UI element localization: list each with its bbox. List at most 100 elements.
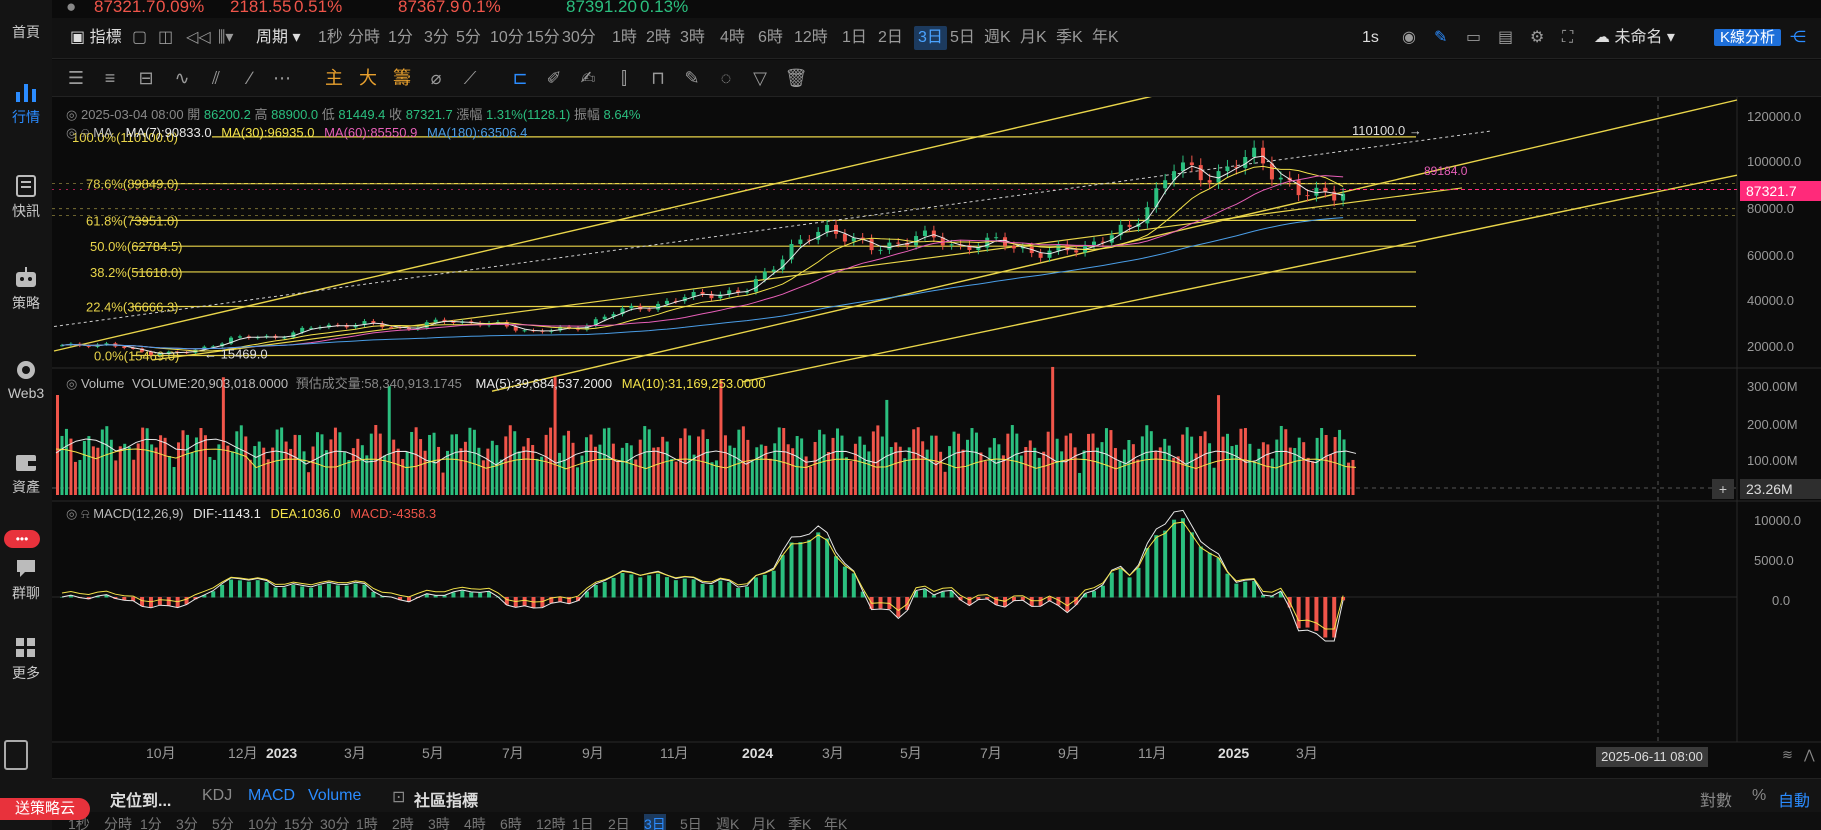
bell-icon[interactable]: ⍾ bbox=[81, 125, 93, 140]
interval-button[interactable]: 1s bbox=[1362, 26, 1379, 50]
main-indicator-button[interactable]: 主 bbox=[322, 66, 346, 90]
period-strip-option-20[interactable]: 季K bbox=[788, 814, 811, 830]
sidebar-item-market[interactable]: 行情 bbox=[0, 80, 52, 127]
auto-scale-button[interactable]: 自動 bbox=[1778, 787, 1810, 811]
eye-icon[interactable]: ◎ bbox=[66, 376, 81, 391]
add-crosshair-button[interactable]: + bbox=[1712, 479, 1734, 499]
layout-icon[interactable]: ▢ bbox=[132, 26, 147, 50]
collapse-icon[interactable]: ⋀ bbox=[1804, 747, 1815, 763]
edit-icon[interactable]: ✎ bbox=[680, 66, 704, 90]
trash-icon[interactable]: 🗑 bbox=[784, 66, 808, 90]
period-strip-option-7[interactable]: 30分 bbox=[320, 814, 350, 830]
chart-type-icon[interactable]: ⫼▾ bbox=[218, 26, 233, 50]
period-menu-button[interactable]: 周期 ▾ bbox=[256, 26, 301, 50]
fullscreen-icon[interactable]: ⛶ bbox=[1562, 26, 1573, 50]
period-strip-option-5[interactable]: 10分 bbox=[248, 814, 278, 830]
locate-button[interactable]: 定位到... bbox=[110, 787, 171, 811]
lock-icon[interactable]: ⊓ bbox=[646, 66, 670, 90]
period-option-21[interactable]: 年K bbox=[1092, 26, 1119, 50]
camera-icon[interactable]: ◉ bbox=[1402, 26, 1416, 50]
period-option-11[interactable]: 4時 bbox=[720, 26, 745, 50]
comment-icon[interactable]: ▭ bbox=[1466, 26, 1481, 50]
indicator-kdj[interactable]: KDJ bbox=[202, 787, 232, 805]
eye-icon[interactable]: ◎ bbox=[66, 125, 81, 140]
period-option-8[interactable]: 1時 bbox=[612, 26, 637, 50]
sidebar-item-news[interactable]: 快訊 bbox=[0, 174, 52, 221]
more-tools-icon[interactable]: ⋯ bbox=[270, 66, 294, 90]
period-strip-option-1[interactable]: 分時 bbox=[104, 814, 132, 830]
period-strip-option-16[interactable]: 3日 bbox=[644, 814, 666, 830]
period-option-12[interactable]: 6時 bbox=[758, 26, 783, 50]
replay-icon[interactable]: ◁◁ bbox=[186, 26, 211, 50]
period-option-9[interactable]: 2時 bbox=[646, 26, 671, 50]
period-strip-option-10[interactable]: 3時 bbox=[428, 814, 450, 830]
period-strip-option-11[interactable]: 4時 bbox=[464, 814, 486, 830]
period-strip-option-14[interactable]: 1日 bbox=[572, 814, 594, 830]
indicator-volume[interactable]: Volume bbox=[308, 787, 361, 805]
chart-canvas[interactable]: 100.0%(110100.0)78.6%(89849.0)61.8%(7395… bbox=[52, 97, 1821, 767]
bell-icon[interactable]: ⍾ bbox=[81, 506, 90, 521]
device-icon[interactable] bbox=[4, 740, 28, 770]
period-option-0[interactable]: 1秒 bbox=[318, 26, 343, 50]
period-option-20[interactable]: 季K bbox=[1056, 26, 1083, 50]
measure-icon[interactable]: ⫿ bbox=[612, 66, 636, 90]
period-option-3[interactable]: 3分 bbox=[424, 26, 449, 50]
sidebar-item-home[interactable]: 首頁 bbox=[0, 22, 52, 42]
period-option-17[interactable]: 5日 bbox=[950, 26, 975, 50]
hide-icon[interactable]: ◌ bbox=[714, 66, 738, 90]
log-scale-button[interactable]: 對數 bbox=[1700, 787, 1732, 811]
sidebar-item-chat[interactable]: 群聊 bbox=[0, 556, 52, 603]
fib-icon[interactable]: ⫽ bbox=[204, 66, 228, 90]
period-strip-option-9[interactable]: 2時 bbox=[392, 814, 414, 830]
share-icon[interactable]: ⋲ bbox=[1790, 26, 1806, 50]
period-option-18[interactable]: 週K bbox=[984, 26, 1011, 50]
pencil-icon[interactable]: ∕ bbox=[238, 66, 262, 90]
period-strip-option-15[interactable]: 2日 bbox=[608, 814, 630, 830]
draw-pen-icon[interactable]: ✎ bbox=[1434, 26, 1447, 50]
community-indicators-button[interactable]: 社區指標 bbox=[414, 787, 478, 811]
k-analysis-button[interactable]: K線分析 bbox=[1714, 26, 1782, 50]
period-option-4[interactable]: 5分 bbox=[456, 26, 481, 50]
template-icon[interactable]: ▤ bbox=[1498, 26, 1513, 50]
period-option-10[interactable]: 3時 bbox=[680, 26, 705, 50]
chip-distribution-button[interactable]: 籌 bbox=[390, 66, 414, 90]
period-option-5[interactable]: 10分 bbox=[490, 26, 524, 50]
promo-badge[interactable]: 送策略云 bbox=[0, 798, 90, 820]
horizontal-lines-icon[interactable]: ≡ bbox=[98, 66, 122, 90]
ruler-pen-icon[interactable]: ✐ bbox=[542, 66, 566, 90]
period-strip-option-6[interactable]: 15分 bbox=[284, 814, 314, 830]
sidebar-item-more[interactable]: 更多 bbox=[0, 636, 52, 683]
filter-icon[interactable]: ▽ bbox=[748, 66, 772, 90]
period-option-1[interactable]: 分時 bbox=[348, 26, 380, 50]
draw-tool-icon[interactable]: ⌀ bbox=[424, 66, 448, 90]
period-option-15[interactable]: 2日 bbox=[878, 26, 903, 50]
period-option-19[interactable]: 月K bbox=[1020, 26, 1047, 50]
period-strip-option-8[interactable]: 1時 bbox=[356, 814, 378, 830]
layout-name-button[interactable]: ☁ 未命名 ▾ bbox=[1594, 26, 1675, 50]
percent-scale-button[interactable]: % bbox=[1752, 787, 1766, 805]
period-strip-option-13[interactable]: 12時 bbox=[536, 814, 566, 830]
period-strip-option-4[interactable]: 5分 bbox=[212, 814, 234, 830]
period-option-16[interactable]: 3日 bbox=[914, 26, 947, 50]
ruler-icon[interactable]: ⊟ bbox=[134, 66, 158, 90]
indicator-menu-button[interactable]: ▣ 指標 bbox=[70, 26, 122, 50]
freehand-icon[interactable]: ✍ bbox=[576, 66, 600, 90]
period-strip-option-2[interactable]: 1分 bbox=[140, 814, 162, 830]
eye-icon[interactable]: ◎ bbox=[66, 107, 81, 122]
period-strip-option-18[interactable]: 週K bbox=[716, 814, 739, 830]
wave-icon[interactable]: ∿ bbox=[170, 66, 194, 90]
period-strip-option-12[interactable]: 6時 bbox=[500, 814, 522, 830]
sidebar-item-assets[interactable]: 資產 bbox=[0, 450, 52, 497]
eye-icon[interactable]: ◎ bbox=[66, 506, 81, 521]
brush-icon[interactable]: ⟋ bbox=[458, 66, 482, 90]
sidebar-item-strategy[interactable]: 策略 bbox=[0, 266, 52, 313]
magnet-icon[interactable]: ⊏ bbox=[508, 66, 532, 90]
period-strip-option-19[interactable]: 月K bbox=[752, 814, 775, 830]
period-option-13[interactable]: 12時 bbox=[794, 26, 828, 50]
sidebar-item-web3[interactable]: Web3 bbox=[0, 358, 52, 401]
period-strip-option-17[interactable]: 5日 bbox=[680, 814, 702, 830]
settings-gear-icon[interactable]: ⚙ bbox=[1530, 26, 1544, 50]
period-option-7[interactable]: 30分 bbox=[562, 26, 596, 50]
community-icon[interactable]: ⊡ bbox=[392, 787, 405, 807]
split-icon[interactable]: ◫ bbox=[158, 26, 173, 50]
